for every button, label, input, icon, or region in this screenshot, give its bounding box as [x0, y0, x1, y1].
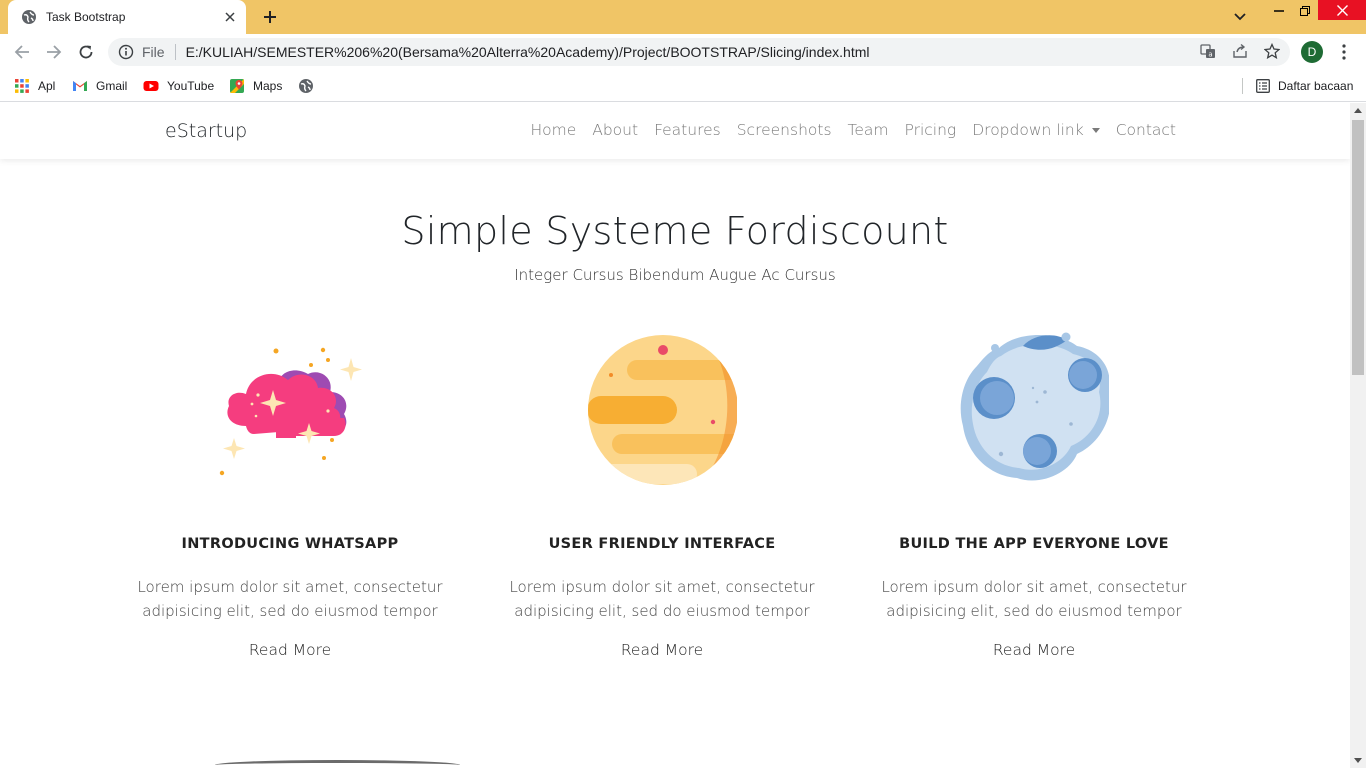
bookmark-maps[interactable]: Maps — [229, 76, 282, 96]
address-bar[interactable]: File E:/KULIAH/SEMESTER%206%20(Bersama%2… — [108, 38, 1290, 66]
share-icon[interactable] — [1231, 42, 1249, 60]
read-more-link[interactable]: Read More — [482, 641, 842, 659]
page-viewport: eStartup Home About Features Screenshots… — [0, 103, 1350, 768]
apps-grid-icon — [15, 79, 29, 93]
info-icon[interactable] — [118, 44, 134, 60]
more-menu-icon[interactable] — [1336, 42, 1352, 62]
globe-icon — [299, 79, 313, 93]
tab-search-chevron-icon[interactable] — [1230, 7, 1250, 27]
reading-list-label: Daftar bacaan — [1278, 79, 1354, 93]
feature-text: Lorem ipsum dolor sit amet, consectetur … — [881, 578, 1187, 620]
feature-title: USER FRIENDLY INTERFACE — [548, 536, 776, 552]
new-tab-button[interactable] — [259, 6, 281, 28]
nav-item-team[interactable]: Team — [848, 121, 889, 139]
hero-title: Simple Systeme Fordiscount — [401, 209, 949, 253]
bookmark-label: YouTube — [167, 79, 215, 93]
divider — [174, 44, 176, 60]
gmail-icon — [73, 81, 87, 91]
read-more-link[interactable]: Read More — [110, 641, 470, 659]
scroll-down-icon[interactable] — [1354, 758, 1362, 764]
feature-title: BUILD THE APP EVERYONE LOVE — [899, 536, 1169, 552]
nav-item-contact[interactable]: Contact — [1116, 121, 1176, 139]
planet-icon — [588, 335, 737, 485]
divider — [1242, 78, 1243, 94]
feature-title: INTRODUCING WHATSAPP — [181, 536, 399, 552]
nav-item-screenshots[interactable]: Screenshots — [737, 121, 832, 139]
bookmark-apps[interactable]: Apl — [14, 76, 55, 96]
nav-dropdown-label: Dropdown link — [972, 121, 1084, 139]
bookmark-star-icon[interactable] — [1263, 42, 1281, 60]
restore-button[interactable] — [1290, 0, 1320, 22]
next-section-image-edge — [215, 760, 460, 768]
tab-strip: Task Bootstrap — [0, 0, 1366, 34]
scroll-up-icon[interactable] — [1354, 107, 1362, 113]
bookmark-youtube[interactable]: YouTube — [143, 76, 214, 96]
scrollbar-thumb[interactable] — [1352, 120, 1364, 375]
browser-toolbar: File E:/KULIAH/SEMESTER%206%20(Bersama%2… — [0, 34, 1366, 70]
reload-button[interactable] — [74, 40, 98, 64]
profile-avatar[interactable]: D — [1301, 41, 1323, 63]
tab-title: Task Bootstrap — [46, 10, 126, 24]
bookmarks-bar: Apl Gmail YouTube Maps Daftar bacaan — [0, 70, 1366, 102]
bookmark-gmail[interactable]: Gmail — [72, 76, 127, 96]
youtube-icon — [143, 81, 159, 91]
cloud-stars-icon — [219, 347, 362, 476]
bookmark-label: Maps — [253, 79, 283, 93]
hero-subtitle: Integer Cursus Bibendum Augue Ac Cursus — [514, 266, 836, 284]
nav-item-features[interactable]: Features — [654, 121, 721, 139]
forward-button[interactable] — [42, 40, 66, 64]
nav-item-about[interactable]: About — [592, 121, 638, 139]
nav-item-dropdown[interactable]: Dropdown link — [972, 121, 1100, 139]
nav-item-pricing[interactable]: Pricing — [905, 121, 957, 139]
reading-list-icon — [1256, 79, 1270, 93]
read-more-link[interactable]: Read More — [854, 641, 1214, 659]
back-button[interactable] — [10, 40, 34, 64]
page-scrollbar[interactable] — [1350, 103, 1366, 768]
feature-text: Lorem ipsum dolor sit amet, consectetur … — [137, 578, 443, 620]
maps-icon — [230, 79, 244, 93]
bookmark-label: Gmail — [96, 79, 128, 93]
close-window-button[interactable] — [1318, 0, 1366, 20]
site-brand[interactable]: eStartup — [165, 120, 247, 142]
close-tab-icon[interactable] — [222, 9, 238, 25]
feature-text: Lorem ipsum dolor sit amet, consectetur … — [509, 578, 815, 620]
svg-text:a: a — [1208, 51, 1212, 59]
browser-tab[interactable]: Task Bootstrap — [8, 0, 246, 34]
globe-icon — [22, 10, 36, 24]
site-navbar: eStartup Home About Features Screenshots… — [0, 103, 1350, 159]
nav-menu: Home About Features Screenshots Team Pri… — [530, 121, 1176, 139]
bookmark-label: Apl — [38, 79, 56, 93]
translate-icon[interactable]: a — [1199, 42, 1217, 60]
scheme-label: File — [142, 44, 165, 60]
bookmark-globe[interactable] — [298, 76, 322, 96]
reading-list-button[interactable]: Daftar bacaan — [1242, 76, 1354, 96]
url-text[interactable]: E:/KULIAH/SEMESTER%206%20(Bersama%20Alte… — [186, 44, 870, 60]
caret-down-icon — [1091, 128, 1100, 133]
nav-item-home[interactable]: Home — [530, 121, 576, 139]
moon-icon — [960, 332, 1109, 481]
